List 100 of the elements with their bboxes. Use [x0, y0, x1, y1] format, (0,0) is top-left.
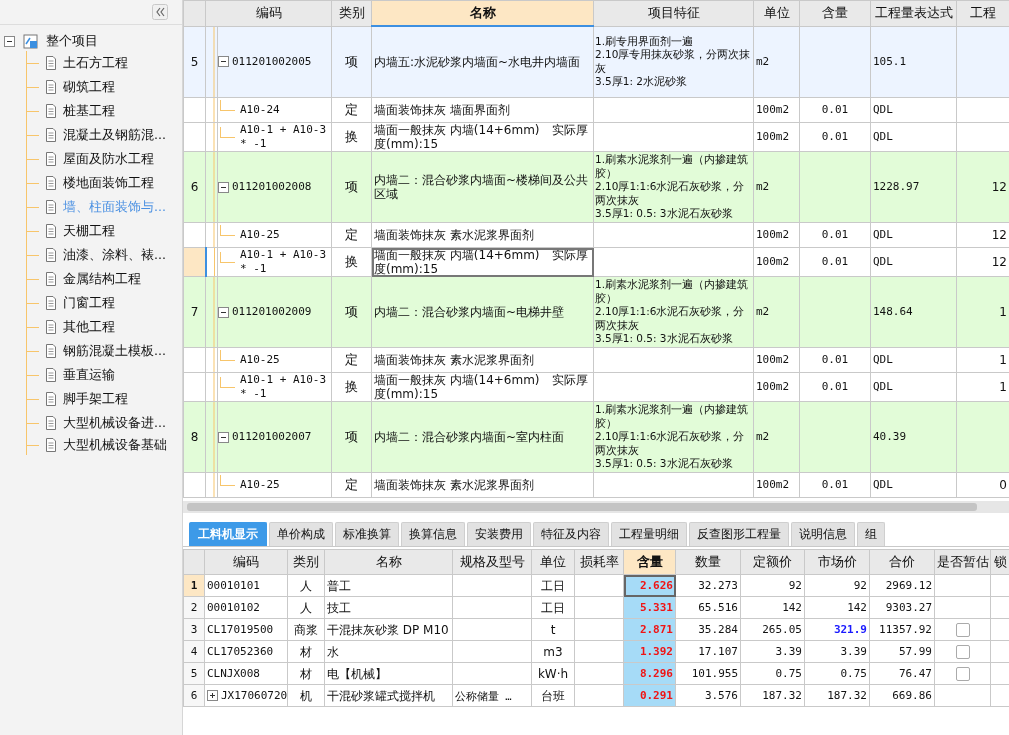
table-cell: 0.01 — [799, 372, 871, 402]
row-number[interactable]: 1 — [183, 574, 205, 597]
collapse-icon[interactable] — [218, 431, 229, 443]
table-cell: m3 — [531, 640, 575, 663]
column-header[interactable]: 含量 — [623, 549, 676, 575]
column-header[interactable]: 名称 — [371, 0, 594, 26]
column-header[interactable]: 合价 — [869, 549, 935, 575]
table-cell: m2 — [753, 276, 800, 348]
row-number[interactable]: 6 — [183, 151, 206, 223]
collapse-icon[interactable] — [218, 306, 229, 318]
expand-icon[interactable] — [207, 690, 218, 701]
row-number[interactable]: 5 — [183, 26, 206, 98]
column-header[interactable]: 工程 — [956, 0, 1009, 26]
tab[interactable]: 说明信息 — [791, 522, 855, 546]
column-header[interactable]: 单位 — [531, 549, 575, 575]
table-cell: 项 — [331, 401, 372, 473]
tab[interactable]: 工程量明细 — [611, 522, 687, 546]
horizontal-scrollbar[interactable] — [183, 501, 1009, 513]
column-header[interactable]: 项目特征 — [593, 0, 754, 26]
column-header[interactable]: 名称 — [324, 549, 453, 575]
document-icon — [45, 272, 57, 286]
tree-item[interactable]: 脚手架工程 — [63, 390, 128, 408]
row-number[interactable]: 3 — [183, 618, 205, 641]
column-header[interactable]: 是否暂估 — [934, 549, 991, 575]
tree-item[interactable]: 混凝土及钢筋混... — [63, 126, 166, 144]
row-number[interactable]: 5 — [183, 662, 205, 685]
column-header[interactable]: 编码 — [205, 0, 332, 26]
tree-item[interactable]: 钢筋混凝土模板... — [63, 342, 166, 360]
column-header[interactable]: 含量 — [799, 0, 871, 26]
document-icon — [45, 176, 57, 190]
row-header[interactable] — [183, 222, 206, 248]
table-row[interactable]: 8 011201002007 项 内墙二：混合砂浆内墙面~室内柱面 1.刷素水泥浆剂一遍（内掺建筑胶） 2.10厚1:1:6水泥石灰砂浆，分两次抹灰 3.5厚1: 0.5: 3水泥石灰砂浆 m2 40.39 — [183, 401, 1009, 473]
row-number[interactable]: 4 — [183, 640, 205, 663]
row-number[interactable]: 8 — [183, 401, 206, 473]
column-header[interactable]: 编码 — [204, 549, 288, 575]
column-header[interactable]: 类别 — [287, 549, 325, 575]
table-row[interactable]: 7 011201002009 项 内墙二：混合砂浆内墙面~电梯井壁 1.刷素水泥浆剂一遍（内掺建筑胶） 2.10厚1:1:6水泥石灰砂浆，分两次抹灰 3.5厚1: 0.5: 3水泥石灰砂浆 m2 148.64 1 — [183, 276, 1009, 348]
column-header[interactable]: 类别 — [331, 0, 372, 26]
table-cell: CL17019500 — [207, 622, 274, 637]
tree-item[interactable]: 桩基工程 — [63, 102, 115, 120]
document-icon — [45, 56, 57, 70]
column-header[interactable]: 工程量表达式 — [870, 0, 957, 26]
table-cell: 人 — [287, 574, 325, 597]
row-header[interactable] — [183, 247, 206, 277]
tree-item[interactable]: 门窗工程 — [63, 294, 115, 312]
row-header[interactable] — [183, 372, 206, 402]
table-cell: 669.86 — [869, 684, 935, 707]
tree-item[interactable]: 天棚工程 — [63, 222, 115, 240]
column-header[interactable]: 损耗率 — [574, 549, 624, 575]
column-header[interactable]: 定额价 — [740, 549, 805, 575]
tree-item[interactable]: 大型机械设备进... — [63, 414, 166, 432]
tab[interactable]: 组 — [857, 522, 885, 546]
table-cell: 142 — [804, 596, 870, 619]
row-header[interactable] — [183, 472, 206, 498]
table-cell-text: 1.刷素水泥浆剂一遍（内掺建筑胶） 2.10厚1:1:6水泥石灰砂浆，分两次抹灰 3.5厚1: 0.5: 3水泥石灰砂浆 — [595, 403, 750, 471]
table-cell: 187.32 — [804, 684, 870, 707]
table-cell: 100m2 — [753, 122, 800, 152]
row-number[interactable]: 2 — [183, 596, 205, 619]
collapse-icon[interactable] — [218, 56, 229, 68]
tab[interactable]: 特征及内容 — [533, 522, 609, 546]
column-header[interactable]: 单位 — [753, 0, 800, 26]
row-header[interactable] — [183, 347, 206, 373]
column-header[interactable]: 市场价 — [804, 549, 870, 575]
row-number[interactable]: 6 — [183, 684, 205, 707]
document-icon — [45, 200, 57, 214]
tab[interactable]: 安装费用 — [467, 522, 531, 546]
collapse-icon[interactable] — [218, 181, 229, 193]
tree-item[interactable]: 楼地面装饰工程 — [63, 174, 154, 192]
tab[interactable]: 反查图形工程量 — [689, 522, 789, 546]
table-cell: CLNJX008 — [207, 666, 260, 681]
tree-item[interactable]: 屋面及防水工程 — [63, 150, 154, 168]
table-cell: 项 — [331, 151, 372, 223]
tab[interactable]: 单价构成 — [269, 522, 333, 546]
tab[interactable]: 标准换算 — [335, 522, 399, 546]
tree-item[interactable]: 整个项目 — [46, 32, 98, 50]
tree-item[interactable]: 垂直运输 — [63, 366, 115, 384]
tree-item[interactable]: 砌筑工程 — [63, 78, 115, 96]
table-cell-text: A10-25 — [239, 228, 280, 242]
table-cell: QDL — [870, 97, 957, 123]
checkbox[interactable] — [955, 644, 970, 659]
column-header[interactable]: 规格及型号 — [452, 549, 532, 575]
collapse-icon[interactable] — [4, 35, 15, 47]
document-icon — [45, 248, 57, 262]
tree-item[interactable]: 金属结构工程 — [63, 270, 141, 288]
tab[interactable]: 换算信息 — [401, 522, 465, 546]
checkbox[interactable] — [955, 666, 970, 681]
table-cell: 9303.27 — [869, 596, 935, 619]
row-header[interactable] — [183, 97, 206, 123]
tree-item[interactable]: 大型机械设备基础 — [63, 436, 167, 454]
tree-item[interactable]: 土石方工程 — [63, 54, 128, 72]
collapse-sidebar-icon[interactable] — [152, 4, 168, 20]
column-header[interactable]: 数量 — [675, 549, 741, 575]
table-cell: 0.75 — [804, 662, 870, 685]
table-cell: 148.64 — [870, 276, 957, 348]
row-number[interactable]: 7 — [183, 276, 206, 348]
row-header[interactable] — [183, 122, 206, 152]
tree-item[interactable]: 油漆、涂料、裱... — [63, 246, 166, 264]
table-cell: 项 — [331, 26, 372, 98]
tree-item[interactable]: 其他工程 — [63, 318, 115, 336]
checkbox[interactable] — [955, 622, 970, 637]
